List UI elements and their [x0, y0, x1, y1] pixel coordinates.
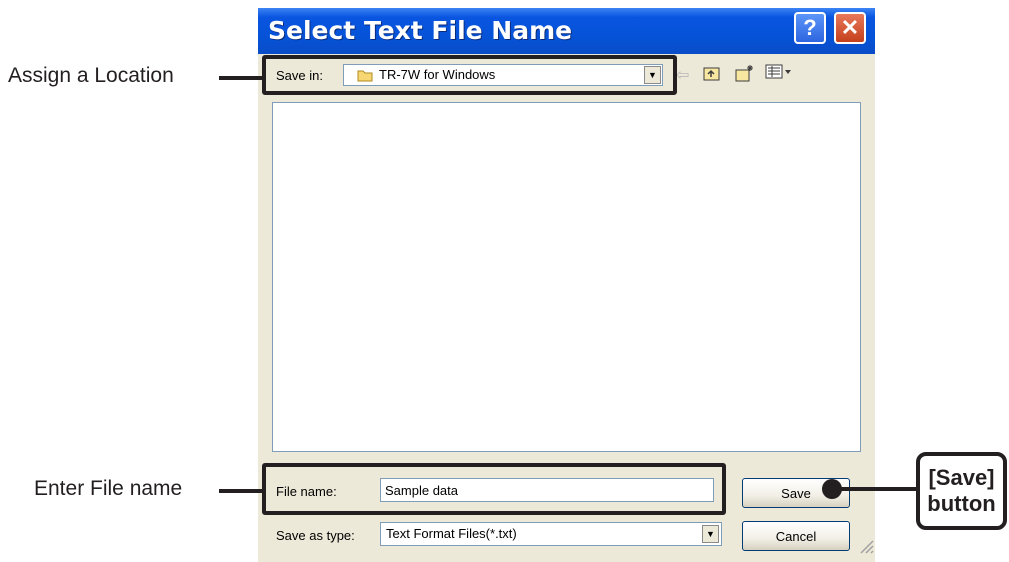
callout-line-1: [Save] [928, 465, 995, 490]
dialog-title: Select Text File Name [268, 16, 573, 45]
save-as-type-dropdown-arrow[interactable]: ▼ [702, 525, 719, 543]
file-list-pane[interactable] [272, 102, 861, 452]
annotation-leader-line [219, 489, 264, 493]
help-button[interactable]: ? [794, 12, 826, 44]
save-as-type-label: Save as type: [276, 528, 355, 543]
views-menu-icon[interactable] [765, 63, 795, 81]
annotation-assign-location: Assign a Location [8, 64, 174, 87]
save-in-highlight-box [262, 55, 677, 95]
annotation-pointer-dot [822, 479, 842, 499]
cancel-button[interactable]: Cancel [742, 521, 850, 551]
annotation-save-button-callout: [Save] button [916, 452, 1007, 530]
resize-grip-icon[interactable] [858, 538, 874, 554]
annotation-leader-line [840, 487, 918, 491]
annotation-leader-line [219, 76, 264, 80]
back-arrow-icon[interactable]: ⇦ [676, 65, 689, 85]
up-folder-icon[interactable] [702, 64, 722, 82]
new-folder-icon[interactable] [734, 63, 756, 83]
save-as-type-value: Text Format Files(*.txt) [386, 526, 517, 541]
file-name-highlight-box [262, 463, 726, 515]
close-button[interactable]: ✕ [834, 12, 866, 44]
annotation-enter-file-name: Enter File name [34, 477, 183, 500]
callout-line-2: button [927, 491, 996, 516]
